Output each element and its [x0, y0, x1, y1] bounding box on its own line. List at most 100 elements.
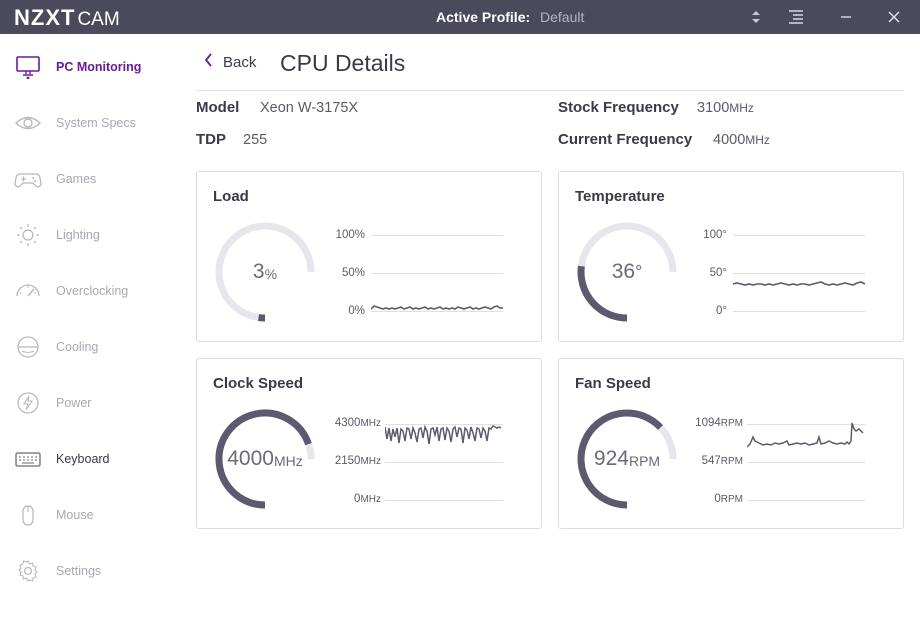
- stock-frequency-unit: MHz: [729, 101, 754, 115]
- axis-value: 4300: [334, 417, 361, 429]
- temperature-value: 36: [611, 260, 636, 283]
- axis-label-bottom: 0%: [348, 305, 365, 317]
- sidebar-item-label: PC Monitoring: [56, 60, 142, 74]
- sidebar-item-label: Lighting: [56, 228, 100, 242]
- clock-speed-history-chart: [385, 424, 503, 501]
- active-profile-value[interactable]: Default: [540, 9, 584, 25]
- fan-speed-card: Fan Speed 924 RPM 1094RPM 547RPM 0RPM: [558, 358, 904, 529]
- gamepad-icon: [14, 173, 42, 188]
- sidebar-item-label: Keyboard: [56, 452, 110, 466]
- sidebar-item-keyboard[interactable]: Keyboard: [0, 439, 180, 479]
- temperature-unit: °: [635, 261, 643, 282]
- fan-speed-gauge-value: 924 RPM: [575, 407, 679, 511]
- logo-cam-text: CAM: [77, 9, 120, 30]
- axis-value: 2150: [334, 455, 361, 467]
- axis-unit: RPM: [720, 494, 743, 505]
- clock-speed-gauge-value: 4000 MHz: [213, 407, 317, 511]
- sidebar-item-games[interactable]: Games: [0, 159, 180, 199]
- load-unit: %: [264, 266, 278, 282]
- axis-unit: MHz: [360, 456, 381, 467]
- axis-label-bottom: 0°: [716, 305, 727, 317]
- sidebar: PC Monitoring System Specs Games Lightin…: [0, 34, 180, 640]
- tdp-value: 255: [243, 132, 268, 148]
- fan-icon: [17, 336, 39, 358]
- sidebar-item-lighting[interactable]: Lighting: [0, 215, 180, 255]
- tdp-key: TDP: [196, 131, 226, 148]
- minimize-button[interactable]: [828, 0, 864, 34]
- monitor-icon: [16, 56, 40, 79]
- clock-speed-unit: MHz: [273, 453, 303, 469]
- sidebar-item-power[interactable]: Power: [0, 383, 180, 423]
- divider: [196, 90, 904, 91]
- axis-label-bottom: 0RPM: [679, 493, 743, 505]
- sidebar-item-pc-monitoring[interactable]: PC Monitoring: [0, 47, 180, 87]
- back-button[interactable]: Back: [204, 53, 256, 72]
- chevron-left-icon: [204, 53, 213, 72]
- mouse-icon: [22, 505, 34, 526]
- fan-speed-history-line: [747, 422, 864, 448]
- back-label: Back: [223, 54, 257, 71]
- sidebar-item-label: Games: [56, 172, 97, 186]
- eye-icon: [14, 116, 42, 130]
- sidebar-item-label: Cooling: [56, 340, 99, 354]
- gridline: [371, 235, 503, 312]
- current-frequency-number: 4000: [713, 132, 746, 148]
- axis-value: 547: [701, 455, 721, 467]
- axis-label-mid: 50°: [709, 267, 727, 279]
- sidebar-item-label: Settings: [56, 564, 102, 578]
- nzxt-logo: NZXT CAM: [14, 5, 120, 31]
- axis-unit: RPM: [720, 418, 743, 429]
- title-bar: NZXT CAM Active Profile: Default: [0, 0, 920, 34]
- close-button[interactable]: [876, 0, 912, 34]
- active-profile-label: Active Profile:: [436, 9, 531, 25]
- axis-unit: MHz: [360, 494, 381, 505]
- card-title: Temperature: [575, 188, 665, 205]
- card-title: Load: [213, 188, 249, 205]
- current-frequency-key: Current Frequency: [558, 131, 693, 148]
- clock-speed-card: Clock Speed 4000 MHz 4300MHz 2150MHz 0MHz: [196, 358, 542, 529]
- fan-speed-history-chart: [747, 422, 865, 501]
- clock-speed-value: 4000: [227, 447, 274, 470]
- current-frequency-unit: MHz: [745, 133, 770, 147]
- sidebar-item-label: Overclocking: [56, 284, 129, 298]
- load-history-line: [371, 305, 503, 310]
- load-value: 3: [252, 260, 265, 283]
- fan-speed-unit: RPM: [628, 453, 661, 469]
- profile-switch-icon[interactable]: [738, 0, 774, 34]
- axis-label-top: 100°: [703, 229, 727, 241]
- clock-speed-history-line: [385, 424, 502, 445]
- sidebar-item-label: Power: [56, 396, 92, 410]
- current-frequency-value: 4000MHz: [713, 132, 770, 148]
- fan-speed-value: 924: [593, 447, 629, 470]
- page-title: CPU Details: [280, 50, 406, 76]
- model-key: Model: [196, 99, 240, 116]
- gridline: [747, 424, 865, 501]
- temperature-gauge-value: 36 °: [575, 220, 679, 324]
- card-title: Clock Speed: [213, 375, 304, 392]
- sidebar-item-system-specs[interactable]: System Specs: [0, 103, 180, 143]
- logo-text: NZXT: [14, 5, 76, 30]
- sidebar-item-settings[interactable]: Settings: [0, 551, 180, 591]
- temperature-card: Temperature 36 ° 100° 50° 0°: [558, 171, 904, 342]
- axis-value: 1094: [695, 417, 721, 429]
- stock-frequency-number: 3100: [697, 100, 730, 116]
- sidebar-item-label: Mouse: [56, 508, 94, 522]
- sun-icon: [17, 224, 39, 246]
- card-title: Fan Speed: [575, 375, 651, 392]
- sidebar-item-cooling[interactable]: Cooling: [0, 327, 180, 367]
- axis-unit: MHz: [360, 418, 381, 429]
- axis-label-mid: 50%: [341, 267, 365, 279]
- sidebar-item-mouse[interactable]: Mouse: [0, 495, 180, 535]
- load-gauge-value: 3%: [213, 220, 317, 324]
- axis-label-mid: 2150MHz: [317, 455, 381, 467]
- axis-label-mid: 547RPM: [679, 455, 743, 467]
- gridline: [733, 235, 865, 312]
- menu-icon[interactable]: [778, 0, 814, 34]
- axis-label-top: 100%: [335, 229, 365, 241]
- sidebar-item-overclocking[interactable]: Overclocking: [0, 271, 180, 311]
- axis-label-top: 4300MHz: [317, 417, 381, 429]
- speedometer-icon: [16, 284, 40, 297]
- temperature-history-line: [733, 281, 866, 286]
- temperature-history-chart: [733, 235, 866, 312]
- axis-unit: RPM: [720, 456, 743, 467]
